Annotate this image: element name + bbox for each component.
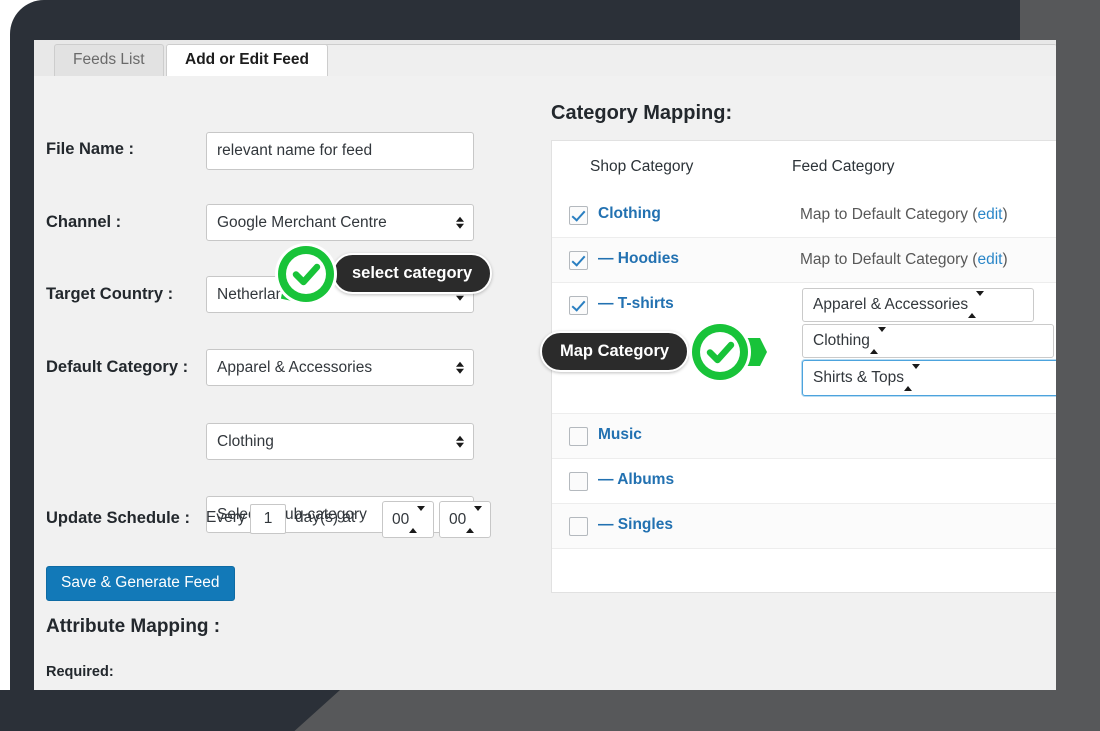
checkmark-badge-icon [682, 318, 748, 384]
tab-add-or-edit-feed[interactable]: Add or Edit Feed [166, 44, 328, 77]
tab-strip-filler [309, 44, 1056, 76]
chevron-updown-icon [409, 511, 425, 529]
row-checkbox-albums[interactable] [569, 472, 588, 491]
default-category-label: Default Category : [46, 358, 188, 377]
row-divider [552, 548, 1056, 549]
row-label-tshirts[interactable]: — T-shirts [598, 295, 674, 313]
callout-map-category-pill: Map Category [540, 331, 689, 372]
callout-select-category-pill: select category [332, 253, 492, 294]
tab-feeds-list-label: Feeds List [73, 51, 145, 68]
col-feed-category: Feed Category [792, 158, 895, 176]
category-mapping-heading: Category Mapping: [551, 102, 732, 125]
table-row: — Hoodies Map to Default Category (edit) [552, 238, 1056, 283]
edit-link[interactable]: edit [977, 206, 1002, 223]
row-label-albums[interactable]: — Albums [598, 471, 674, 489]
row-feed-text-end: ) [1002, 206, 1007, 223]
row-checkbox-clothing[interactable] [569, 206, 588, 225]
field-row-channel: Channel : Google Merchant Centre [34, 204, 514, 241]
row-feed-clothing: Map to Default Category (edit) [800, 206, 1008, 224]
row-feed-text: Map to Default Category ( [800, 251, 977, 268]
chevron-updown-icon [456, 361, 464, 374]
default-category-select[interactable]: Apparel & Accessories [206, 349, 474, 386]
row-checkbox-singles[interactable] [569, 517, 588, 536]
chevron-updown-icon [870, 332, 886, 350]
target-country-label: Target Country : [46, 285, 173, 304]
tshirts-select-3-value: Shirts & Tops [813, 369, 904, 387]
chevron-updown-icon [456, 216, 464, 229]
table-row: — Singles [552, 504, 1056, 549]
tshirts-select-2-value: Clothing [813, 332, 870, 350]
col-shop-category: Shop Category [590, 158, 693, 176]
row-checkbox-tshirts[interactable] [569, 296, 588, 315]
row-label-singles[interactable]: — Singles [598, 516, 673, 534]
chevron-updown-icon [456, 435, 464, 448]
callout-select-category-label: select category [352, 264, 472, 283]
row-checkbox-music[interactable] [569, 427, 588, 446]
row-checkbox-hoodies[interactable] [569, 251, 588, 270]
row-label-hoodies[interactable]: — Hoodies [598, 250, 679, 268]
schedule-hour-select[interactable]: 00 [382, 501, 434, 538]
schedule-minute-value: 00 [449, 511, 466, 529]
callout-map-category-label: Map Category [560, 342, 669, 361]
row-feed-hoodies: Map to Default Category (edit) [800, 251, 1008, 269]
default-category-sub1-select[interactable]: Clothing [206, 423, 474, 460]
field-row-default-category: Default Category : Apparel & Accessories… [34, 349, 514, 460]
row-feed-text-end: ) [1002, 251, 1007, 268]
schedule-minute-select[interactable]: 00 [439, 501, 491, 538]
tshirts-feed-category-select-2[interactable]: Clothing [802, 324, 1054, 358]
channel-label: Channel : [46, 213, 121, 232]
table-row: Music [552, 414, 1056, 459]
channel-select[interactable]: Google Merchant Centre [206, 204, 474, 241]
row-feed-text: Map to Default Category ( [800, 206, 977, 223]
update-schedule-label: Update Schedule : [46, 509, 190, 528]
table-row: Clothing Map to Default Category (edit) [552, 193, 1056, 238]
tab-feeds-list[interactable]: Feeds List [54, 44, 164, 76]
schedule-every-label: Every [206, 509, 246, 527]
default-category-select-value: Apparel & Accessories [217, 359, 372, 377]
category-mapping-table-header: Shop Category Feed Category [552, 141, 1056, 194]
file-name-input[interactable] [206, 132, 474, 170]
chevron-updown-icon [904, 369, 920, 387]
channel-select-value: Google Merchant Centre [217, 214, 387, 232]
edit-link[interactable]: edit [977, 251, 1002, 268]
save-and-generate-feed-button[interactable]: Save & Generate Feed [46, 566, 235, 601]
attribute-mapping-required-label: Required: [46, 664, 114, 680]
page-body: File Name : Channel : Google Merchant Ce… [34, 76, 1056, 690]
tab-strip: Feeds List Add or Edit Feed [34, 40, 1056, 77]
chevron-updown-icon [466, 511, 482, 529]
schedule-days-unit-label: day(s) at [295, 509, 355, 527]
file-name-label: File Name : [46, 140, 134, 159]
attribute-mapping-heading: Attribute Mapping : [46, 616, 220, 638]
schedule-days-input[interactable] [250, 504, 286, 534]
default-category-sub1-value: Clothing [217, 433, 274, 451]
tshirts-feed-category-select-3[interactable]: Shirts & Tops [802, 360, 1056, 396]
row-label-music[interactable]: Music [598, 426, 642, 444]
tshirts-feed-category-select-1[interactable]: Apparel & Accessories [802, 288, 1034, 322]
tab-add-or-edit-feed-label: Add or Edit Feed [185, 51, 309, 68]
table-row: — Albums [552, 459, 1056, 504]
chevron-updown-icon [968, 296, 984, 314]
checkmark-badge-icon [270, 240, 336, 306]
schedule-hour-value: 00 [392, 511, 409, 529]
row-label-clothing[interactable]: Clothing [598, 205, 661, 223]
tshirts-select-1-value: Apparel & Accessories [813, 296, 968, 314]
